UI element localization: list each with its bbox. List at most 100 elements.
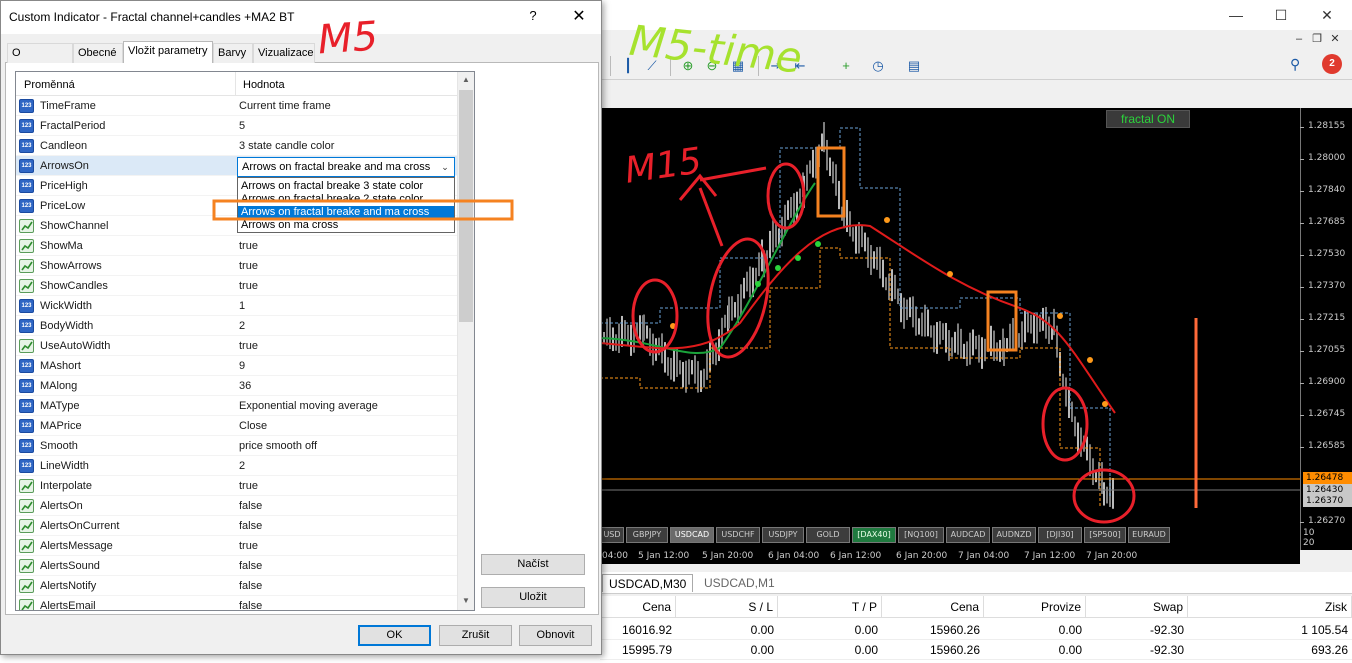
column-variable[interactable]: Proměnná — [16, 72, 75, 96]
param-value[interactable]: 5 — [239, 116, 453, 136]
param-value[interactable]: false — [239, 596, 453, 610]
symbol-tab[interactable]: USD — [600, 527, 624, 543]
param-row-candleon[interactable]: 123 Candleon 3 state candle color — [16, 136, 457, 156]
autoscroll-icon[interactable]: ⇤ — [790, 56, 810, 76]
param-row-alertsoncurrent[interactable]: AlertsOnCurrent false — [16, 516, 457, 536]
param-value[interactable]: false — [239, 496, 453, 516]
symbol-tab[interactable]: AUDCAD — [946, 527, 990, 543]
param-value[interactable]: true — [239, 236, 453, 256]
load-button[interactable]: Načíst — [481, 554, 585, 575]
line-chart-icon[interactable]: ⟋ — [642, 56, 662, 76]
tab-usdcad-m1[interactable]: USDCAD,M1 — [698, 574, 781, 592]
param-row-showcandles[interactable]: ShowCandles true — [16, 276, 457, 296]
periods-clock-icon[interactable]: ◷ — [868, 56, 888, 76]
tab-obecne[interactable]: Obecné — [73, 43, 123, 63]
mdi-close-button[interactable]: ✕ — [1326, 32, 1344, 45]
scroll-down-icon[interactable]: ▼ — [458, 593, 474, 609]
cancel-button[interactable]: Zrušit — [439, 625, 512, 646]
dialog-close-button[interactable]: ✕ — [565, 6, 593, 28]
templates-icon[interactable]: ▤ — [904, 56, 924, 76]
symbol-tab[interactable]: USDCAD — [670, 527, 714, 543]
dropdown-option[interactable]: Arrows on fractal breake 3 state color — [238, 180, 454, 193]
symbol-tab[interactable]: [NQ100] — [898, 527, 944, 543]
param-row-mashort[interactable]: 123 MAshort 9 — [16, 356, 457, 376]
fractal-toggle-button[interactable]: fractal ON — [1106, 110, 1190, 128]
help-button[interactable]: ? — [523, 8, 543, 28]
terminal-column-header[interactable]: Provize — [984, 596, 1086, 618]
symbol-tab[interactable]: GBPJPY — [626, 527, 668, 543]
tile-windows-icon[interactable]: ▦ — [728, 56, 748, 76]
terminal-column-header[interactable]: Cena — [600, 596, 676, 618]
tab-usdcad-m30[interactable]: USDCAD,M30 — [602, 574, 694, 592]
param-value[interactable]: Close — [239, 416, 453, 436]
param-row-alertsemail[interactable]: AlertsEmail false — [16, 596, 457, 610]
symbol-tab[interactable]: EURAUD — [1128, 527, 1170, 543]
param-row-smooth[interactable]: 123 Smooth price smooth off — [16, 436, 457, 456]
mdi-restore-button[interactable]: ❐ — [1308, 32, 1326, 45]
arrows-on-combobox[interactable]: Arrows on fractal breake and ma cross ⌄ — [237, 157, 455, 177]
column-value[interactable]: Hodnota — [235, 72, 285, 96]
param-row-useautowidth[interactable]: UseAutoWidth true — [16, 336, 457, 356]
chart-shift-icon[interactable]: ⇥ — [766, 56, 786, 76]
zoom-in-icon[interactable]: ⊕ — [678, 56, 698, 76]
param-row-interpolate[interactable]: Interpolate true — [16, 476, 457, 496]
param-row-alertsmessage[interactable]: AlertsMessage true — [16, 536, 457, 556]
scroll-up-icon[interactable]: ▲ — [458, 72, 474, 88]
ok-button[interactable]: OK — [358, 625, 431, 646]
param-row-malong[interactable]: 123 MAlong 36 — [16, 376, 457, 396]
param-value[interactable]: price smooth off — [239, 436, 453, 456]
zoom-out-icon[interactable]: ⊖ — [702, 56, 722, 76]
terminal-column-header[interactable]: T / P — [778, 596, 882, 618]
param-row-alertson[interactable]: AlertsOn false — [16, 496, 457, 516]
param-row-timeframe[interactable]: 123 TimeFrame Current time frame — [16, 96, 457, 116]
param-value[interactable]: true — [239, 476, 453, 496]
grid-scrollbar[interactable]: ▲ ▼ — [457, 72, 474, 610]
scroll-thumb[interactable] — [459, 90, 473, 322]
tab-vlozit-parametry[interactable]: Vložit parametry — [123, 41, 213, 64]
symbol-tab[interactable]: AUDNZD — [992, 527, 1036, 543]
param-value[interactable]: false — [239, 556, 453, 576]
param-value[interactable]: false — [239, 576, 453, 596]
symbol-tab[interactable]: [SP500] — [1084, 527, 1126, 543]
param-row-fractalperiod[interactable]: 123 FractalPeriod 5 — [16, 116, 457, 136]
param-row-showarrows[interactable]: ShowArrows true — [16, 256, 457, 276]
param-value[interactable]: false — [239, 516, 453, 536]
symbol-tab[interactable]: USDJPY — [762, 527, 804, 543]
param-value[interactable]: Exponential moving average — [239, 396, 453, 416]
param-row-bodywidth[interactable]: 123 BodyWidth 2 — [16, 316, 457, 336]
maximize-button[interactable]: ☐ — [1266, 4, 1296, 26]
param-value[interactable]: 9 — [239, 356, 453, 376]
param-row-showma[interactable]: ShowMa true — [16, 236, 457, 256]
minimize-button[interactable]: — — [1221, 4, 1251, 26]
reset-button[interactable]: Obnovit — [519, 625, 592, 646]
dropdown-option-selected[interactable]: Arrows on fractal breake and ma cross — [238, 206, 454, 219]
param-value[interactable]: true — [239, 536, 453, 556]
param-row-matype[interactable]: 123 MAType Exponential moving average — [16, 396, 457, 416]
notifications-badge[interactable]: 2 — [1322, 54, 1342, 74]
param-value[interactable]: 1 — [239, 296, 453, 316]
param-row-maprice[interactable]: 123 MAPrice Close — [16, 416, 457, 436]
param-row-alertsnotify[interactable]: AlertsNotify false — [16, 576, 457, 596]
param-value[interactable]: 2 — [239, 456, 453, 476]
symbol-tab[interactable]: GOLD — [806, 527, 850, 543]
terminal-column-header[interactable]: Cena — [882, 596, 984, 618]
mdi-minimize-button[interactable]: ‒ — [1290, 33, 1308, 45]
tab-vizualizace[interactable]: Vizualizace — [253, 43, 315, 63]
indicators-icon[interactable]: + — [836, 56, 856, 76]
terminal-column-header[interactable]: Swap — [1086, 596, 1188, 618]
param-value[interactable]: true — [239, 336, 453, 356]
save-button[interactable]: Uložit — [481, 587, 585, 608]
price-chart[interactable] — [600, 108, 1352, 550]
terminal-column-header[interactable]: S / L — [676, 596, 778, 618]
chevron-down-icon[interactable]: ⌄ — [438, 158, 452, 176]
close-button[interactable]: ✕ — [1312, 4, 1342, 26]
bar-chart-icon[interactable]: ┃ — [618, 56, 638, 76]
tab-barvy[interactable]: Barvy — [213, 43, 253, 63]
terminal-column-header[interactable]: Zisk — [1188, 596, 1352, 618]
param-row-linewidth[interactable]: 123 LineWidth 2 — [16, 456, 457, 476]
symbol-tab[interactable]: [DJI30] — [1038, 527, 1082, 543]
param-value[interactable]: true — [239, 256, 453, 276]
param-value[interactable]: Current time frame — [239, 96, 453, 116]
param-value[interactable]: 36 — [239, 376, 453, 396]
param-value[interactable]: true — [239, 276, 453, 296]
